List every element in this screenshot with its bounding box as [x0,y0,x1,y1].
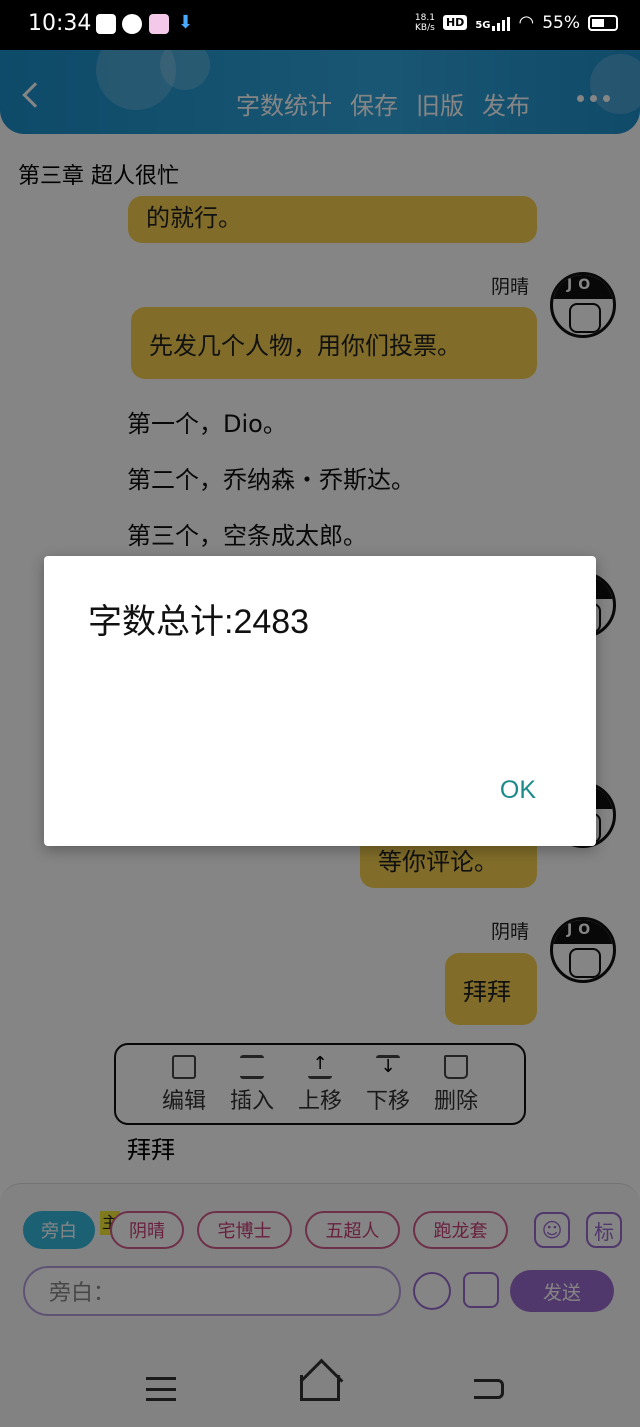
net-speed: 18.1 KB/s [415,13,435,33]
status-bar: 10:34 ⬇ 18.1 KB/s HD 5G ◠ 55% [0,0,640,50]
notification-photo-icon [149,14,169,34]
cell-signal-icon: 5G [475,15,511,31]
notification-baidu-icon [122,14,142,34]
ok-button[interactable]: OK [500,776,536,805]
status-right: 18.1 KB/s HD 5G ◠ 55% [415,12,618,33]
net-speed-unit: KB/s [415,22,435,33]
notification-app-icon [96,14,116,34]
status-time: 10:34 [28,11,92,36]
dialog-message: 字数总计:2483 [88,603,310,641]
download-icon: ⬇ [178,12,194,33]
battery-percent: 55% [542,12,580,33]
hd-badge: HD [442,15,468,30]
battery-icon [588,14,618,31]
net-speed-value: 18.1 [414,12,435,23]
wifi-icon: ◠ [518,12,535,33]
network-type: 5G [475,19,491,31]
word-count-dialog: 字数总计:2483 OK [44,556,596,846]
